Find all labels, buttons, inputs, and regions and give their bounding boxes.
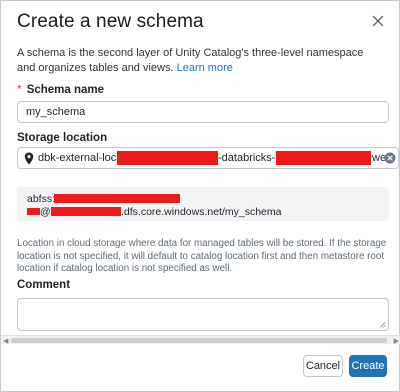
redaction-bar xyxy=(117,151,218,165)
dialog-title: Create a new schema xyxy=(17,11,204,32)
storage-path-box: abfss:// @ .dfs.core.windows.net/my_sche… xyxy=(17,187,389,221)
clear-icon[interactable] xyxy=(384,152,396,164)
required-asterisk: * xyxy=(17,84,22,96)
redaction-bar xyxy=(51,207,121,216)
comment-textarea[interactable] xyxy=(17,298,389,331)
redaction-bar xyxy=(276,151,371,165)
cancel-button[interactable]: Cancel xyxy=(303,355,343,377)
storage-path-line-2: .dfs.core.windows.net/my_schema xyxy=(121,206,282,218)
storage-path-at: @ xyxy=(40,206,51,218)
close-button[interactable] xyxy=(369,12,387,30)
resize-handle-icon[interactable] xyxy=(379,321,386,328)
horizontal-scrollbar[interactable]: ◀ ▶ xyxy=(1,335,400,345)
storage-location-label: Storage location xyxy=(17,132,108,144)
redaction-bar xyxy=(27,208,40,215)
create-button[interactable]: Create xyxy=(349,355,387,377)
location-pin-icon xyxy=(24,152,34,165)
comment-label: Comment xyxy=(17,279,71,291)
dialog-description: A schema is the second layer of Unity Ca… xyxy=(17,46,377,75)
scroll-right-arrow-icon[interactable]: ▶ xyxy=(394,337,399,345)
close-icon xyxy=(372,15,384,27)
storage-location-segment-2: -databricks-c xyxy=(218,152,281,164)
scroll-left-arrow-icon[interactable]: ◀ xyxy=(3,337,8,345)
create-schema-dialog: Create a new schema A schema is the seco… xyxy=(0,0,400,392)
schema-name-label: * Schema name xyxy=(17,84,104,96)
schema-name-label-text: Schema name xyxy=(26,84,105,96)
learn-more-link[interactable]: Learn more xyxy=(177,62,233,74)
schema-name-input[interactable] xyxy=(17,101,389,123)
scrollbar-thumb[interactable] xyxy=(11,338,387,343)
storage-location-select[interactable]: dbk-external-location -databricks-c weu xyxy=(17,147,399,169)
redaction-bar xyxy=(54,194,180,203)
storage-location-hint: Location in cloud storage where data for… xyxy=(17,238,387,274)
